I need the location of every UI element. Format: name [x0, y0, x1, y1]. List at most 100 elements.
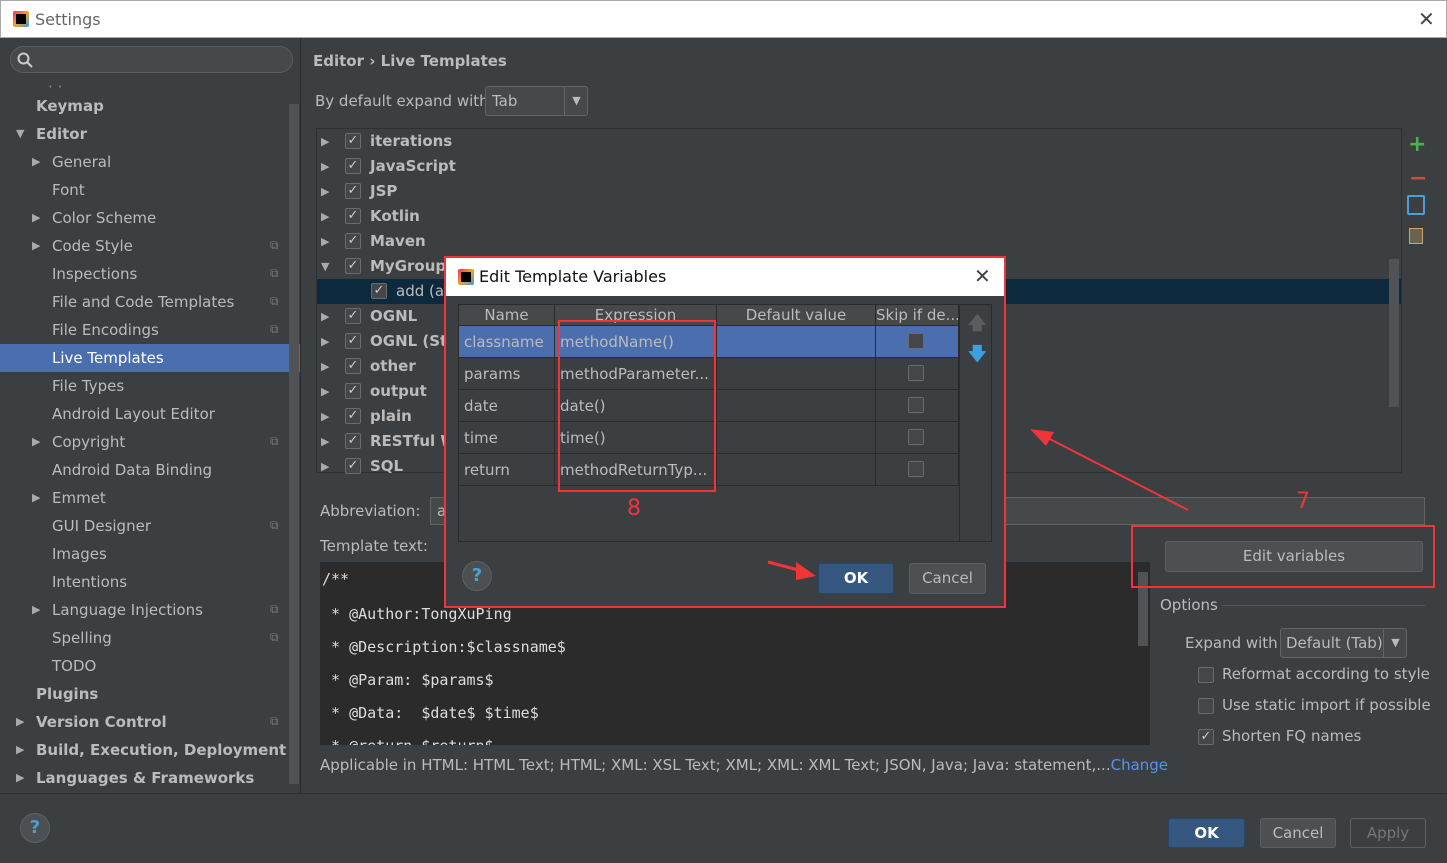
cell-name[interactable]: date: [459, 390, 555, 422]
column-header-default[interactable]: Default value: [717, 305, 876, 326]
chevron-right-icon[interactable]: ▶: [32, 211, 40, 224]
chevron-down-icon[interactable]: ▼: [16, 127, 24, 140]
chevron-right-icon[interactable]: ▶: [32, 491, 40, 504]
checkbox[interactable]: ✓: [345, 433, 361, 449]
cell-default[interactable]: [717, 358, 876, 390]
variables-table[interactable]: Name Expression Default value Skip if de…: [458, 304, 992, 542]
move-up-icon[interactable]: 🡅: [968, 311, 987, 341]
checkbox[interactable]: ✓: [345, 183, 361, 199]
dialog-ok-button[interactable]: OK: [818, 563, 894, 594]
remove-icon[interactable]: −: [1409, 166, 1427, 191]
chevron-right-icon[interactable]: ▶: [321, 404, 329, 429]
chevron-right-icon[interactable]: ▶: [32, 603, 40, 616]
chevron-right-icon[interactable]: ▶: [321, 179, 329, 204]
apply-button[interactable]: Apply: [1350, 818, 1426, 848]
sidebar-item[interactable]: Code Style: [52, 232, 133, 260]
expand-with-select[interactable]: Default (Tab) ▼: [1280, 628, 1407, 658]
cell-name[interactable]: params: [459, 358, 555, 390]
add-icon[interactable]: +: [1408, 132, 1426, 157]
sidebar-item[interactable]: Live Templates: [0, 344, 300, 372]
checkbox[interactable]: ✓: [345, 458, 361, 474]
sidebar-item[interactable]: Keymap: [36, 92, 104, 120]
chevron-right-icon[interactable]: ▶: [321, 154, 329, 179]
chevron-right-icon[interactable]: ▶: [321, 204, 329, 229]
checkbox[interactable]: ✓: [345, 383, 361, 399]
restore-icon[interactable]: [1409, 228, 1423, 244]
checkbox[interactable]: ✓: [345, 158, 361, 174]
sidebar-item[interactable]: Android Data Binding: [52, 456, 212, 484]
tree-scrollbar[interactable]: [1389, 259, 1399, 407]
dialog-cancel-button[interactable]: Cancel: [909, 563, 986, 594]
template-group[interactable]: ▶ ✓ JSP: [317, 179, 1401, 204]
option-label[interactable]: Shorten FQ names: [1222, 727, 1361, 745]
chevron-down-icon[interactable]: ▼: [321, 254, 329, 279]
change-link[interactable]: Change: [1111, 756, 1168, 774]
sidebar-item[interactable]: Color Scheme: [52, 204, 156, 232]
option-checkbox[interactable]: ✓: [1198, 729, 1214, 745]
dialog-close-icon[interactable]: ✕: [974, 264, 991, 288]
sidebar-item[interactable]: Intentions: [52, 568, 127, 596]
cell-default[interactable]: [717, 390, 876, 422]
cell-default[interactable]: [717, 326, 876, 358]
template-group[interactable]: ▶ ✓ Kotlin: [317, 204, 1401, 229]
option-label[interactable]: Reformat according to style: [1222, 665, 1430, 683]
sidebar-item[interactable]: General: [52, 148, 111, 176]
skip-checkbox[interactable]: [908, 365, 924, 381]
checkbox[interactable]: ✓: [345, 258, 361, 274]
chevron-right-icon[interactable]: ▶: [32, 239, 40, 252]
sidebar-item[interactable]: Plugins: [36, 680, 98, 708]
skip-checkbox[interactable]: [908, 461, 924, 477]
checkbox[interactable]: ✓: [345, 133, 361, 149]
template-group[interactable]: ▶ ✓ iterations: [317, 129, 1401, 154]
sidebar-item[interactable]: Spelling: [52, 624, 112, 652]
sidebar-item[interactable]: GUI Designer: [52, 512, 151, 540]
option-label[interactable]: Use static import if possible: [1222, 696, 1431, 714]
chevron-right-icon[interactable]: ▶: [321, 229, 329, 254]
option-checkbox[interactable]: [1198, 667, 1214, 683]
search-input[interactable]: [10, 46, 293, 73]
cell-default[interactable]: [717, 422, 876, 454]
chevron-right-icon[interactable]: ▶: [321, 304, 329, 329]
chevron-right-icon[interactable]: ▶: [32, 435, 40, 448]
column-header-name[interactable]: Name: [459, 305, 555, 326]
skip-checkbox[interactable]: [908, 397, 924, 413]
sidebar-item[interactable]: Font: [52, 176, 85, 204]
move-down-icon[interactable]: 🡇: [968, 342, 987, 372]
skip-checkbox[interactable]: [908, 333, 924, 349]
chevron-right-icon[interactable]: ▶: [321, 329, 329, 354]
sidebar-item[interactable]: Language Injections: [52, 596, 203, 624]
sidebar-item[interactable]: Inspections: [52, 260, 137, 288]
close-icon[interactable]: ✕: [1418, 7, 1435, 31]
sidebar-item[interactable]: Version Control: [36, 708, 167, 736]
cell-name[interactable]: return: [459, 454, 555, 486]
sidebar-item[interactable]: File Types: [52, 372, 124, 400]
cell-name[interactable]: classname: [459, 326, 555, 358]
cell-name[interactable]: time: [459, 422, 555, 454]
help-button[interactable]: ?: [20, 813, 50, 843]
cell-default[interactable]: [717, 454, 876, 486]
sidebar-item[interactable]: File Encodings: [52, 316, 159, 344]
chevron-right-icon[interactable]: ▶: [321, 129, 329, 154]
copy-icon[interactable]: [1407, 195, 1425, 215]
chevron-right-icon[interactable]: ▶: [16, 715, 24, 728]
sidebar-item[interactable]: File and Code Templates: [52, 288, 234, 316]
checkbox[interactable]: ✓: [345, 358, 361, 374]
sidebar-item[interactable]: Copyright: [52, 428, 125, 456]
checkbox[interactable]: ✓: [345, 408, 361, 424]
template-group[interactable]: ▶ ✓ Maven: [317, 229, 1401, 254]
sidebar-item[interactable]: Android Layout Editor: [52, 400, 215, 428]
chevron-right-icon[interactable]: ▶: [321, 354, 329, 379]
sidebar-item[interactable]: Images: [52, 540, 107, 568]
sidebar-scrollbar[interactable]: [289, 104, 299, 784]
chevron-right-icon[interactable]: ▶: [321, 429, 329, 454]
cancel-button[interactable]: Cancel: [1260, 818, 1336, 848]
template-group[interactable]: ▶ ✓ JavaScript: [317, 154, 1401, 179]
skip-checkbox[interactable]: [908, 429, 924, 445]
checkbox[interactable]: ✓: [345, 208, 361, 224]
ok-button[interactable]: OK: [1168, 818, 1245, 848]
chevron-right-icon[interactable]: ▶: [16, 771, 24, 784]
checkbox[interactable]: ✓: [345, 308, 361, 324]
sidebar-item[interactable]: Editor: [36, 120, 87, 148]
column-header-skip[interactable]: Skip if de...: [876, 305, 959, 326]
option-checkbox[interactable]: [1198, 698, 1214, 714]
